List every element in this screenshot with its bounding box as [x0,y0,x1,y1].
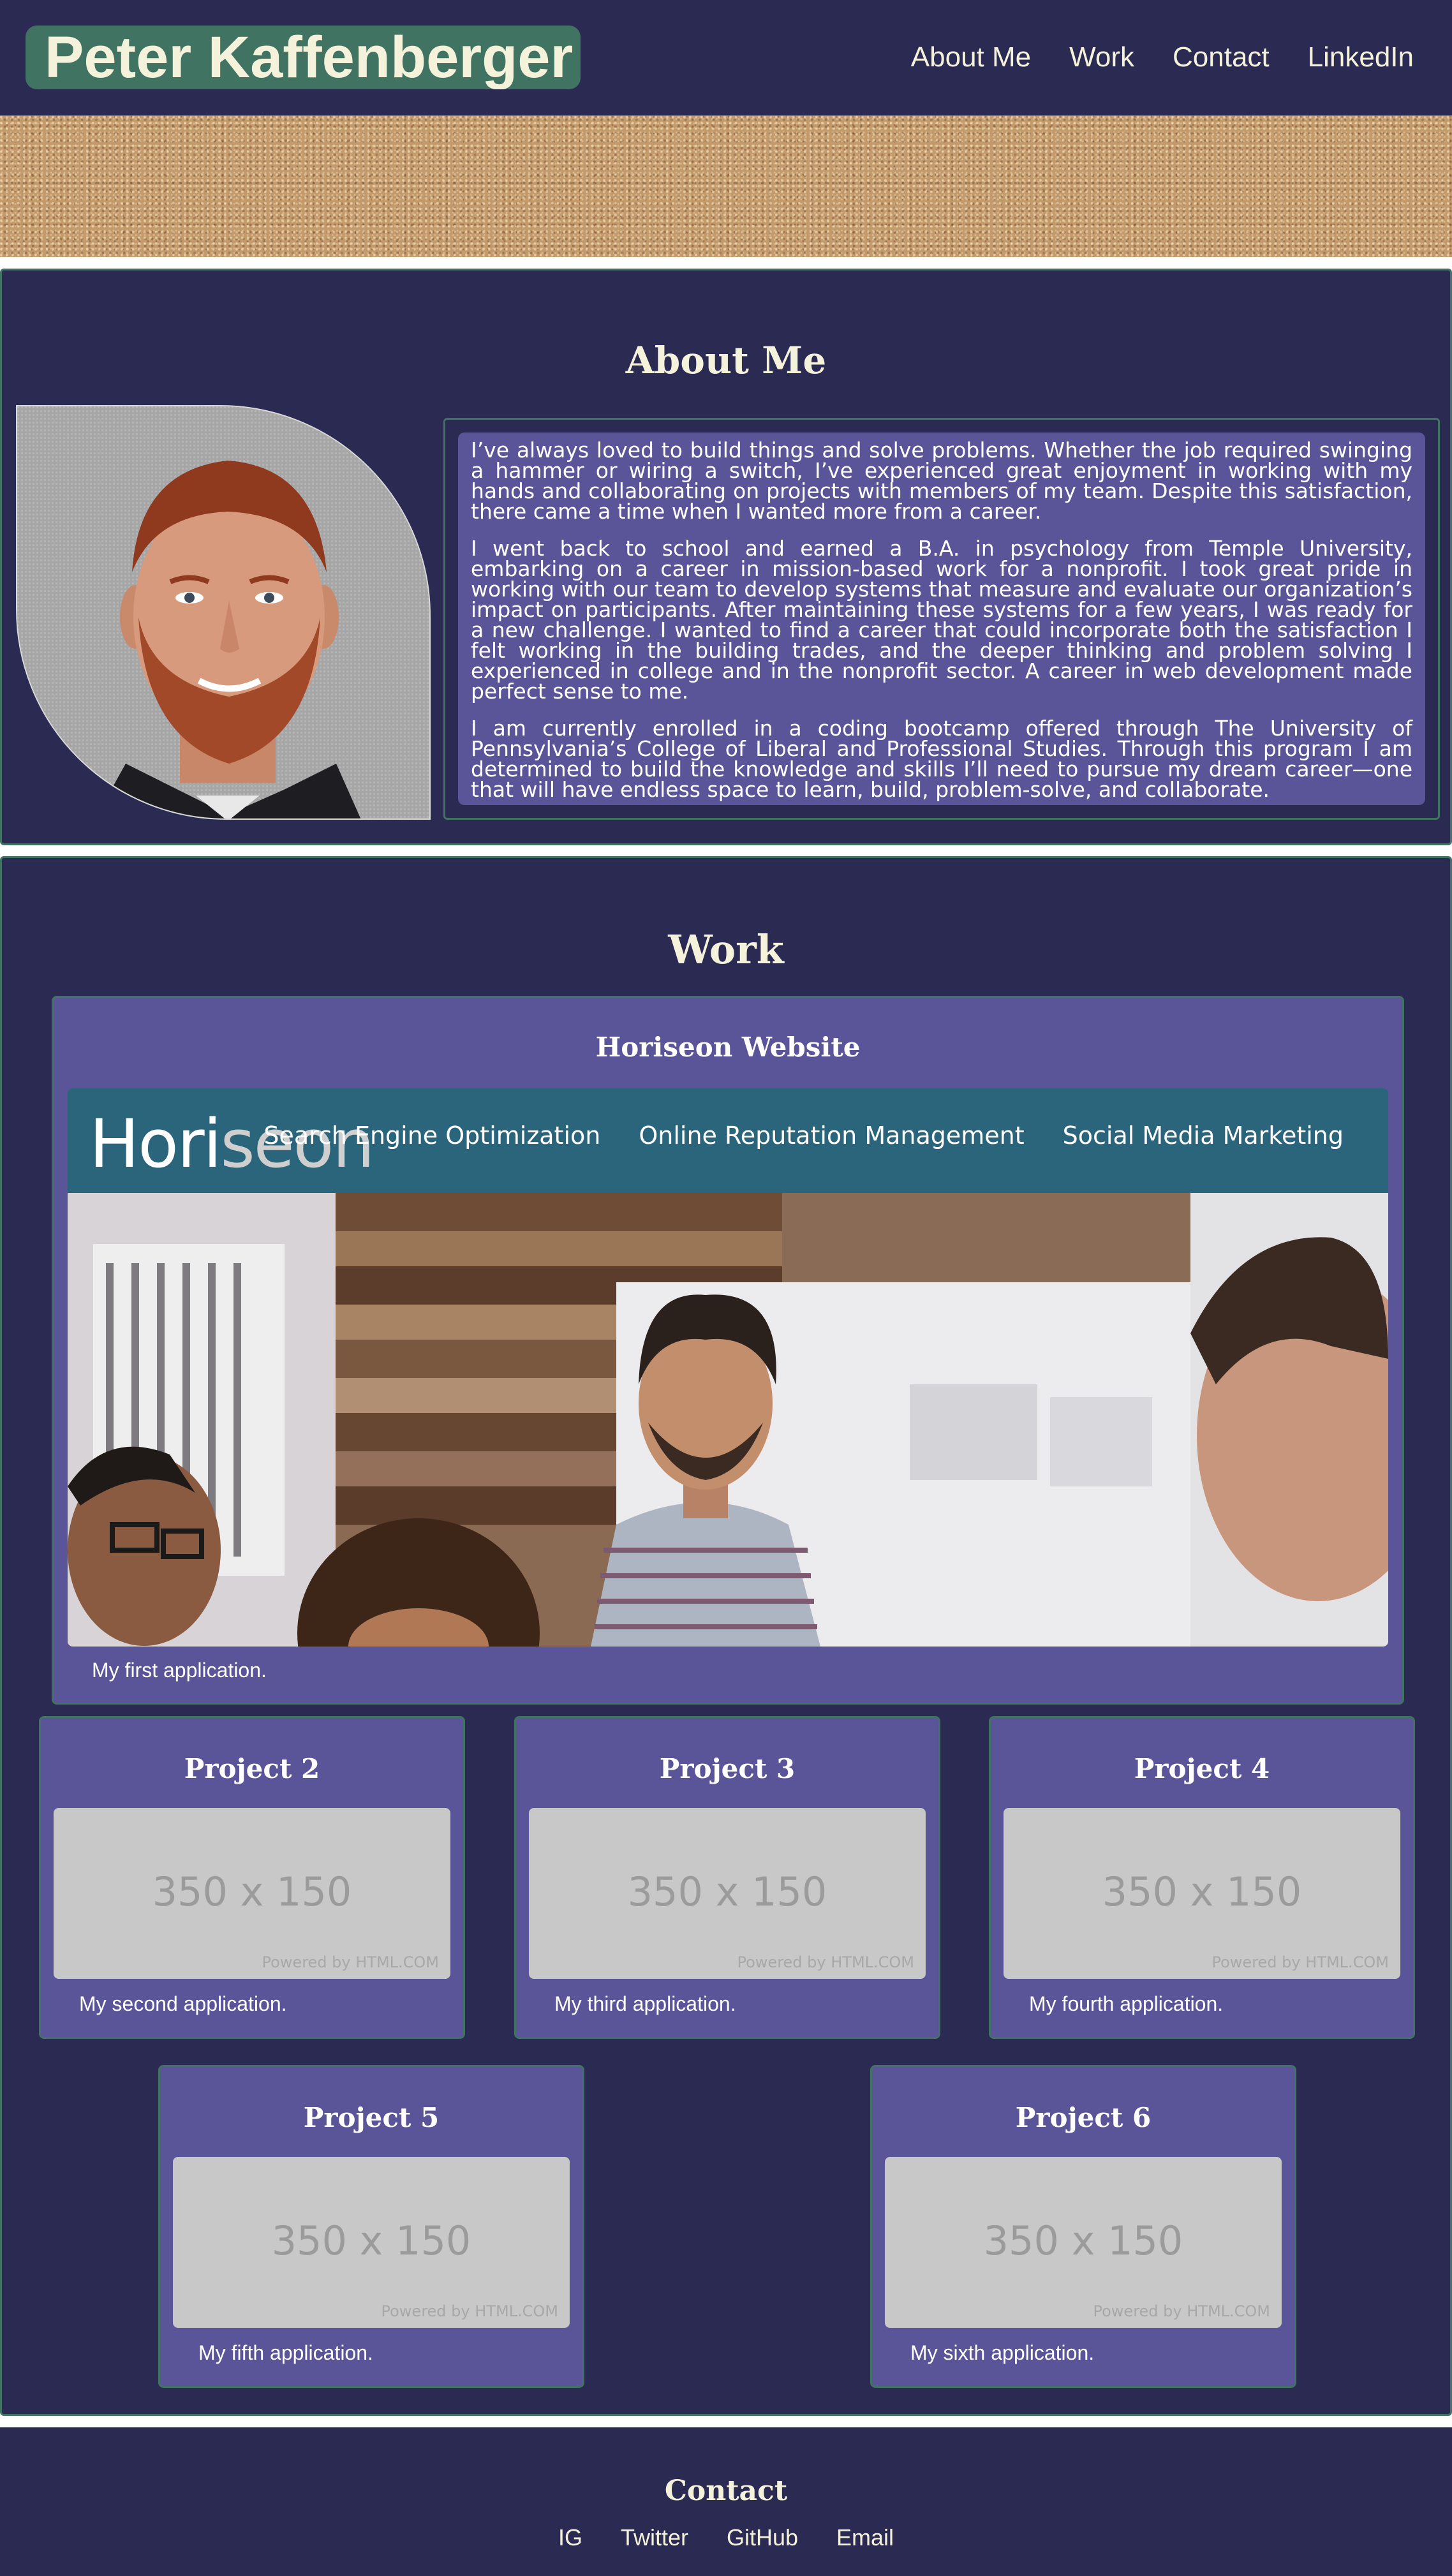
nav-link-about[interactable]: About Me [911,38,1031,77]
about-paragraph: I went back to school and earned a B.A. … [471,536,1412,704]
project-card-featured[interactable]: Horiseon Website Horiseon Search Engine … [52,996,1404,1705]
horiseon-nav: Search Engine Optimization Online Reputa… [225,1121,1344,1150]
project-title: Project 2 [184,1753,320,1784]
project-caption: My first application. [92,1659,267,1682]
placeholder-image[interactable]: 350 x 150 Powered by HTML.COM [54,1808,450,1979]
contact-link-twitter[interactable]: Twitter [621,2524,688,2551]
project-card[interactable]: Project 3 350 x 150 Powered by HTML.COM … [514,1716,940,2039]
project-caption: My sixth application. [910,2341,1095,2364]
placeholder-image[interactable]: 350 x 150 Powered by HTML.COM [1004,1808,1400,1979]
project-title: Horiseon Website [595,1032,861,1063]
work-heading: Work [668,926,784,973]
profile-photo [16,405,431,820]
project-caption: My third application. [554,1992,736,2015]
main-nav: About Me Work Contact LinkedIn [873,38,1414,77]
project-title: Project 3 [659,1753,796,1784]
about-text: I’ve always loved to build things and so… [458,433,1425,805]
contact-link-email[interactable]: Email [836,2524,894,2551]
project-card[interactable]: Project 2 350 x 150 Powered by HTML.COM … [39,1716,465,2039]
about-section: About Me I’ve always loved to build thin… [0,269,1452,845]
contact-links: IG Twitter GitHub Email [0,2524,1452,2551]
project-card[interactable]: Project 5 350 x 150 Powered by HTML.COM … [158,2065,584,2388]
about-paragraph: I am currently enrolled in a coding boot… [471,716,1412,802]
project-caption: My fourth application. [1029,1992,1224,2015]
horiseon-nav-item: Social Media Marketing [1062,1121,1344,1150]
hero-banner [0,115,1452,257]
project-screenshot[interactable]: Horiseon Search Engine Optimization Onli… [68,1088,1388,1647]
contact-link-ig[interactable]: IG [558,2524,582,2551]
nav-link-work[interactable]: Work [1069,38,1134,77]
nav-link-contact[interactable]: Contact [1173,38,1270,77]
site-header: Peter Kaffenberger About Me Work Contact… [0,0,1452,115]
project-card[interactable]: Project 4 350 x 150 Powered by HTML.COM … [989,1716,1415,2039]
work-section: Work Horiseon Website Horiseon Search En… [0,856,1452,2416]
horiseon-nav-item: Online Reputation Management [639,1121,1025,1150]
horiseon-nav-item: Search Engine Optimization [263,1121,601,1150]
project-title: Project 5 [303,2102,440,2133]
project-caption: My fifth application. [198,2341,373,2364]
horiseon-hero-photo [68,1193,1388,1647]
contact-link-github[interactable]: GitHub [727,2524,798,2551]
project-title: Project 4 [1134,1753,1270,1784]
project-caption: My second application. [79,1992,287,2015]
about-heading: About Me [625,339,827,382]
contact-heading: Contact [664,2475,788,2507]
nav-link-linkedin[interactable]: LinkedIn [1308,38,1414,77]
contact-section: Contact IG Twitter GitHub Email [0,2427,1452,2576]
about-text-frame: I’ve always loved to build things and so… [443,418,1440,820]
placeholder-image[interactable]: 350 x 150 Powered by HTML.COM [173,2157,570,2328]
horiseon-header: Horiseon Search Engine Optimization Onli… [68,1088,1388,1193]
project-title: Project 6 [1015,2102,1152,2133]
site-title: Peter Kaffenberger [26,26,581,89]
project-card[interactable]: Project 6 350 x 150 Powered by HTML.COM … [870,2065,1296,2388]
placeholder-image[interactable]: 350 x 150 Powered by HTML.COM [529,1808,926,1979]
placeholder-image[interactable]: 350 x 150 Powered by HTML.COM [885,2157,1282,2328]
about-paragraph: I’ve always loved to build things and so… [471,438,1412,524]
